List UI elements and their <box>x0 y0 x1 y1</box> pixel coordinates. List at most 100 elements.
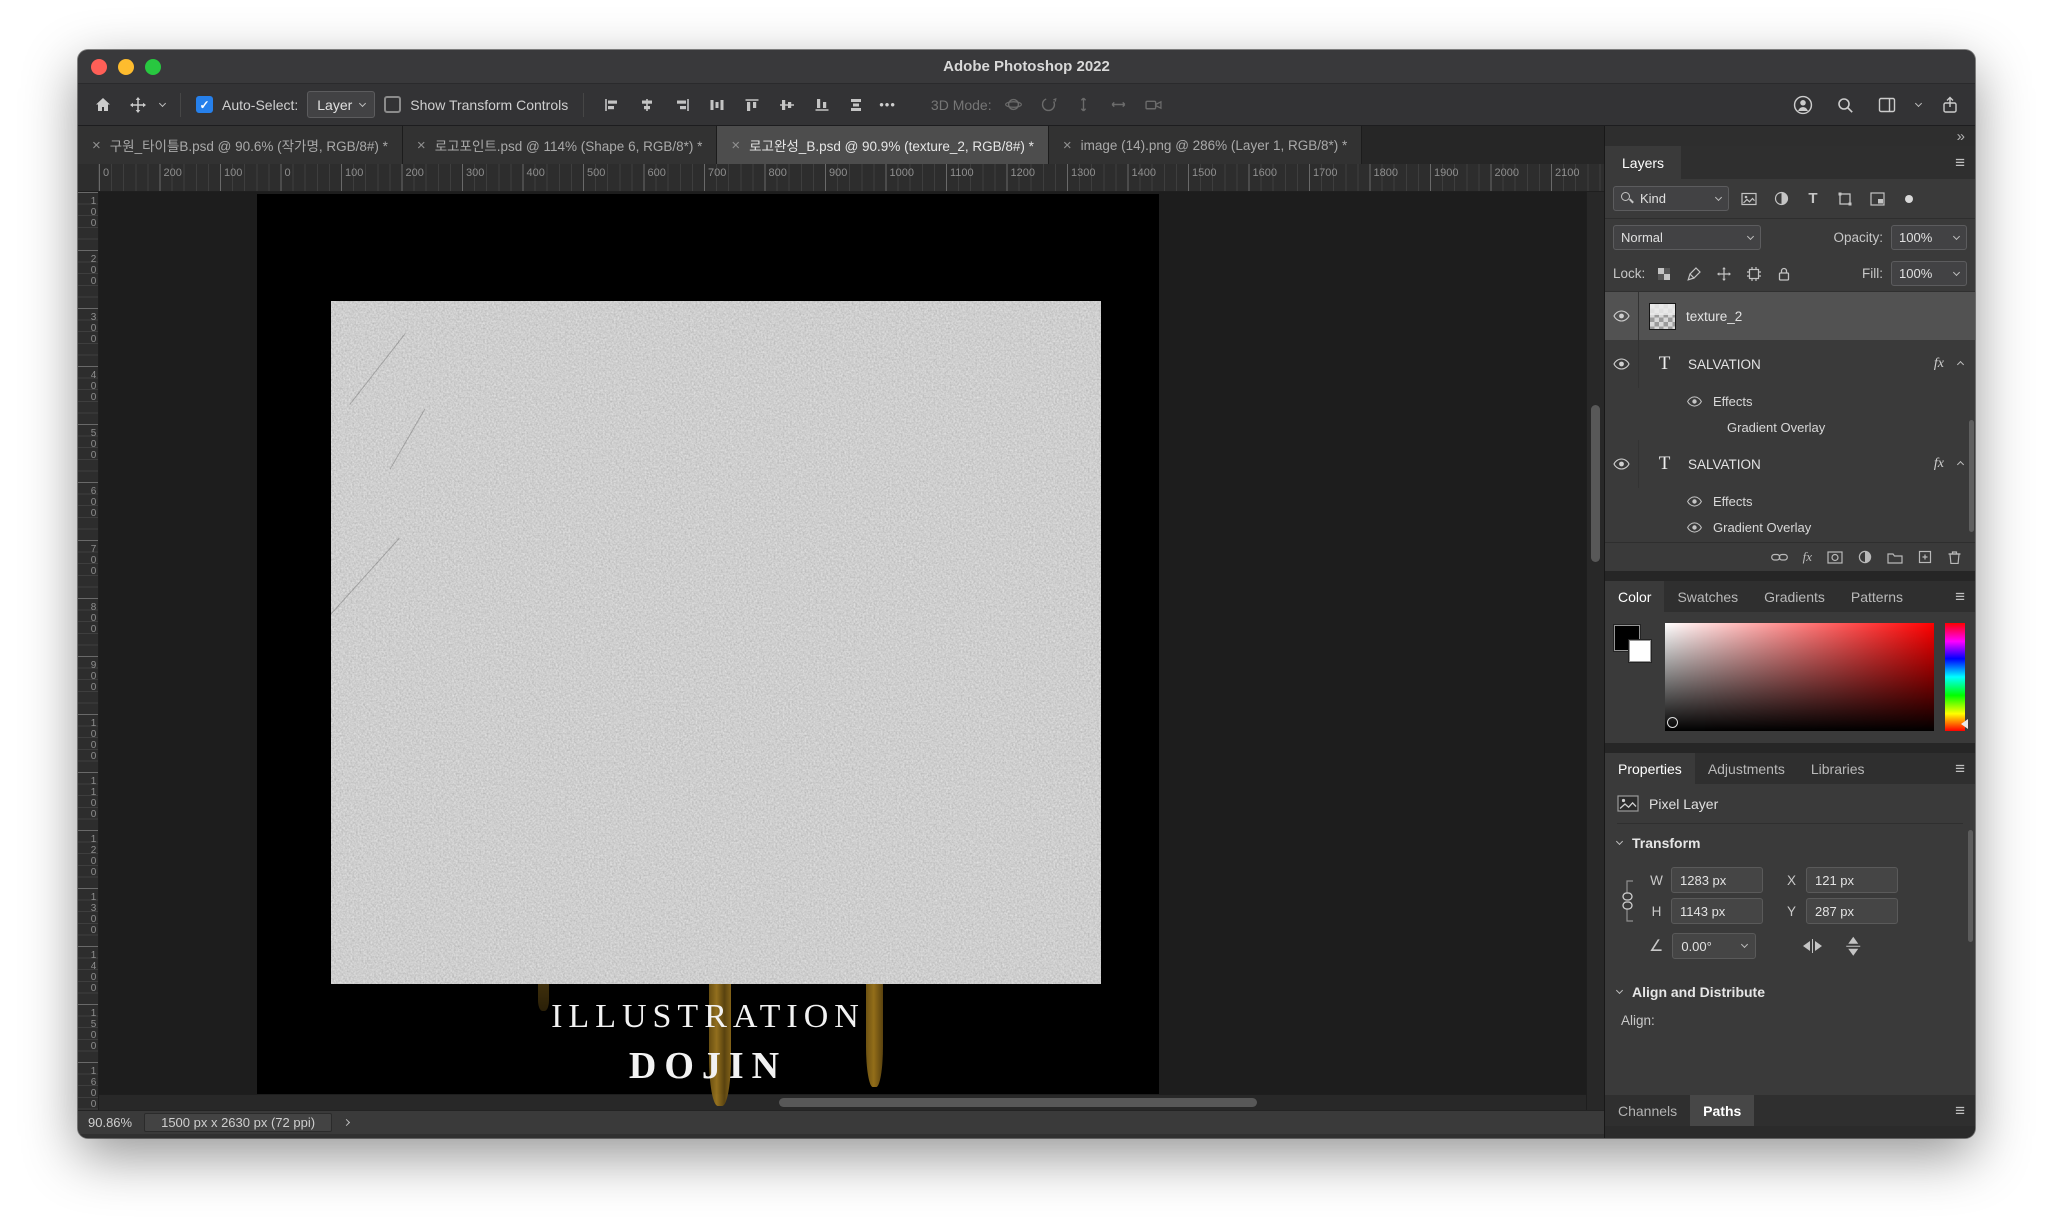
tab-libraries[interactable]: Libraries <box>1798 753 1878 784</box>
home-icon[interactable] <box>90 92 116 118</box>
workspace-icon[interactable] <box>1874 92 1900 118</box>
blend-mode-dropdown[interactable]: Normal <box>1613 225 1761 250</box>
effects-row[interactable]: Effects <box>1605 488 1975 514</box>
zoom-window-button[interactable] <box>145 59 161 75</box>
titlebar[interactable]: Adobe Photoshop 2022 <box>78 50 1975 84</box>
show-transform-controls-checkbox[interactable] <box>384 96 401 113</box>
close-window-button[interactable] <box>91 59 107 75</box>
align-vertical-centers-icon[interactable] <box>774 92 800 118</box>
workspace-chevron-icon[interactable] <box>1915 99 1922 106</box>
layer-row[interactable]: T SALVATION fx <box>1605 340 1975 388</box>
filter-type-layers-icon[interactable]: T <box>1801 190 1825 207</box>
transform-section-header[interactable]: Transform <box>1617 824 1963 862</box>
tab-properties[interactable]: Properties <box>1605 753 1695 784</box>
distribute-horizontal-icon[interactable] <box>704 92 730 118</box>
rotation-input[interactable]: 0.00° <box>1672 933 1756 959</box>
align-bottom-edges-icon[interactable] <box>809 92 835 118</box>
auto-select-checkbox[interactable]: ✓ <box>196 96 213 113</box>
paths-panel-menu-icon[interactable]: ≡ <box>1955 1095 1975 1126</box>
layers-panel-menu-icon[interactable]: ≡ <box>1955 146 1975 179</box>
canvas-viewport[interactable]: ILLUSTRATION DOJIN <box>99 192 1586 1110</box>
new-adjustment-layer-icon[interactable] <box>1858 550 1872 564</box>
filter-adjustment-layers-icon[interactable] <box>1769 191 1793 206</box>
document-tab[interactable]: × image (14).png @ 286% (Layer 1, RGB/8*… <box>1049 126 1362 164</box>
filter-toggle-icon[interactable] <box>1897 194 1921 204</box>
document-tab[interactable]: × 구원_타이틀B.psd @ 90.6% (작가명, RGB/8#) * <box>78 126 403 164</box>
collapse-effects-icon[interactable] <box>1957 460 1964 467</box>
layers-scrollbar-thumb[interactable] <box>1969 420 1974 532</box>
type-layer-thumbnail[interactable]: T <box>1651 353 1678 375</box>
add-layer-mask-icon[interactable] <box>1827 551 1843 564</box>
vertical-scrollbar-thumb[interactable] <box>1591 405 1600 562</box>
lock-position-icon[interactable] <box>1713 267 1735 281</box>
layer-style-icon[interactable]: fx <box>1803 549 1812 565</box>
collapse-effects-icon[interactable] <box>1957 360 1964 367</box>
width-input[interactable]: 1283 px <box>1671 867 1763 893</box>
layer-row-selected[interactable]: texture_2 <box>1605 292 1975 340</box>
tab-paths[interactable]: Paths <box>1690 1095 1754 1126</box>
effect-visibility-toggle[interactable] <box>1683 522 1705 533</box>
layer-name[interactable]: SALVATION <box>1688 457 1761 472</box>
tab-adjustments[interactable]: Adjustments <box>1695 753 1798 784</box>
delete-layer-icon[interactable] <box>1947 550 1962 564</box>
hue-slider-marker[interactable] <box>1961 719 1968 729</box>
link-layers-icon[interactable] <box>1771 551 1788 563</box>
background-color-swatch[interactable] <box>1629 640 1651 662</box>
lock-artboard-nesting-icon[interactable] <box>1743 267 1765 281</box>
tab-patterns[interactable]: Patterns <box>1838 581 1916 612</box>
properties-scrollbar-thumb[interactable] <box>1968 830 1973 942</box>
filter-smart-objects-icon[interactable] <box>1865 192 1889 206</box>
effects-visibility-toggle[interactable] <box>1683 496 1705 507</box>
layer-name[interactable]: SALVATION <box>1688 357 1761 372</box>
tab-color[interactable]: Color <box>1605 581 1664 612</box>
effect-row[interactable]: Gradient Overlay <box>1605 414 1975 440</box>
color-picker-marker[interactable] <box>1667 717 1678 728</box>
lock-transparent-pixels-icon[interactable] <box>1653 267 1675 281</box>
effects-visibility-toggle[interactable] <box>1683 396 1705 407</box>
new-group-icon[interactable] <box>1887 551 1903 564</box>
lock-all-icon[interactable] <box>1773 267 1795 281</box>
filter-kind-dropdown[interactable]: Kind <box>1613 186 1729 211</box>
color-panel-menu-icon[interactable]: ≡ <box>1955 581 1975 612</box>
layer-row[interactable]: T SALVATION fx <box>1605 440 1975 488</box>
close-tab-icon[interactable]: × <box>417 138 426 153</box>
close-tab-icon[interactable]: × <box>92 138 101 153</box>
tab-swatches[interactable]: Swatches <box>1664 581 1751 612</box>
filter-shape-layers-icon[interactable] <box>1833 192 1857 206</box>
document-canvas[interactable]: ILLUSTRATION DOJIN <box>257 194 1159 1106</box>
new-layer-icon[interactable] <box>1918 550 1932 564</box>
saturation-brightness-picker[interactable] <box>1665 623 1934 731</box>
y-input[interactable]: 287 px <box>1806 898 1898 924</box>
auto-select-target-dropdown[interactable]: Layer <box>307 91 375 118</box>
layer-effects-badge[interactable]: fx <box>1934 356 1944 372</box>
collapse-panels-icon[interactable]: » <box>1957 128 1965 145</box>
height-input[interactable]: 1143 px <box>1671 898 1763 924</box>
tab-gradients[interactable]: Gradients <box>1751 581 1838 612</box>
opacity-dropdown[interactable]: 100% <box>1891 225 1967 250</box>
account-icon[interactable] <box>1790 92 1816 118</box>
layer-visibility-toggle[interactable] <box>1605 340 1639 388</box>
tab-channels[interactable]: Channels <box>1605 1095 1690 1126</box>
horizontal-scrollbar-thumb[interactable] <box>779 1098 1257 1107</box>
properties-panel-menu-icon[interactable]: ≡ <box>1955 753 1975 784</box>
more-align-options-button[interactable]: ••• <box>879 97 896 112</box>
close-tab-icon[interactable]: × <box>731 138 740 153</box>
document-info-field[interactable]: 1500 px x 2630 px (72 ppi) <box>144 1113 332 1132</box>
horizontal-scrollbar[interactable] <box>99 1094 1586 1110</box>
effect-row[interactable]: Gradient Overlay <box>1605 514 1975 540</box>
align-horizontal-centers-icon[interactable] <box>634 92 660 118</box>
effects-row[interactable]: Effects <box>1605 388 1975 414</box>
align-right-edges-icon[interactable] <box>669 92 695 118</box>
layer-effects-badge[interactable]: fx <box>1934 456 1944 472</box>
filter-pixel-layers-icon[interactable] <box>1737 192 1761 206</box>
share-icon[interactable] <box>1937 92 1963 118</box>
layer-name[interactable]: texture_2 <box>1686 309 1742 324</box>
hue-gradient[interactable] <box>1945 623 1965 731</box>
vertical-scrollbar[interactable] <box>1586 192 1604 1110</box>
flip-vertical-icon[interactable] <box>1846 937 1860 956</box>
type-layer-thumbnail[interactable]: T <box>1651 453 1678 475</box>
tool-preset-chevron-icon[interactable] <box>159 99 166 106</box>
tab-layers[interactable]: Layers <box>1605 146 1681 179</box>
flip-horizontal-icon[interactable] <box>1803 939 1822 953</box>
document-tab[interactable]: × 로고포인트.psd @ 114% (Shape 6, RGB/8*) * <box>403 126 717 164</box>
